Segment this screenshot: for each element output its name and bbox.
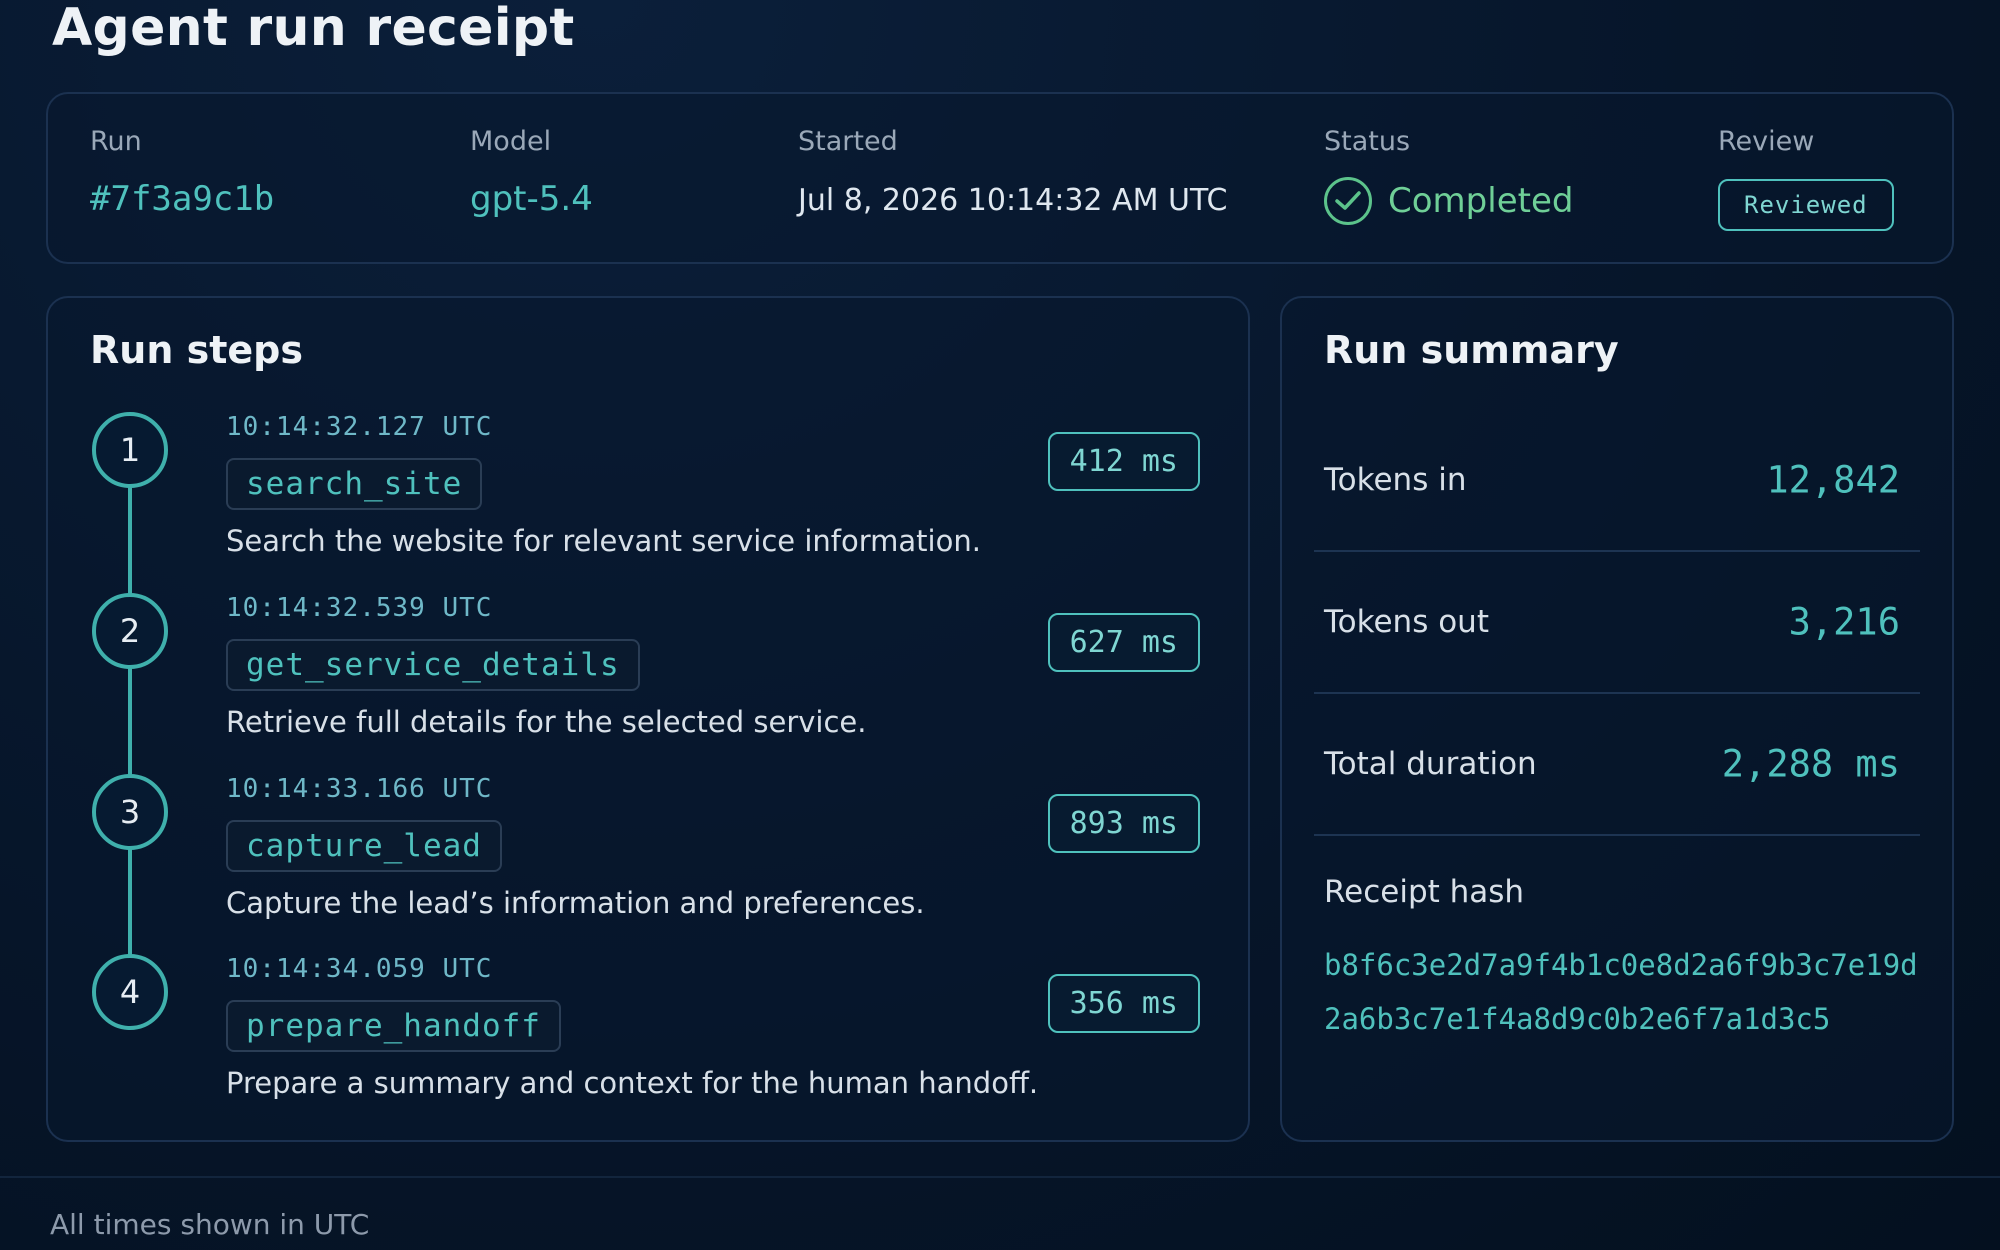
step-description: Capture the lead’s information and prefe… — [226, 886, 925, 920]
review-status-badge[interactable]: Reviewed — [1718, 179, 1894, 231]
run-meta-card: Run #7f3a9c1b Model gpt-5.4 Started Jul … — [46, 92, 1954, 264]
page-title: Agent run receipt — [52, 0, 575, 58]
tokens-out-value: 3,216 — [1788, 600, 1900, 644]
total-duration-label: Total duration — [1324, 746, 1537, 782]
step-timestamp: 10:14:32.127 UTC — [226, 412, 493, 442]
step-duration-badge: 356 ms — [1047, 974, 1200, 1033]
started-field: Started Jul 8, 2026 10:14:32 AM UTC — [798, 126, 1227, 218]
step-tool-name: search_site — [226, 458, 483, 510]
model-label: Model — [470, 126, 552, 157]
status-label: Status — [1324, 126, 1411, 157]
tokens-out-label: Tokens out — [1324, 604, 1489, 640]
step-number: 2 — [92, 593, 168, 669]
run-id: #7f3a9c1b — [90, 179, 275, 219]
footer-note: All times shown in UTC — [50, 1208, 370, 1241]
started-label: Started — [798, 126, 898, 157]
receipt-hash-label: Receipt hash — [1324, 874, 1525, 910]
tokens-in-row: Tokens in 12,842 — [1314, 410, 1920, 552]
step-tool-name: capture_lead — [226, 820, 502, 872]
review-label: Review — [1718, 126, 1815, 157]
receipt-hash-value[interactable]: b8f6c3e2d7a9f4b1c0e8d2a6f9b3c7e19d2a6b3c… — [1324, 938, 1934, 1046]
step-item: 1 10:14:32.127 UTC search_site Search th… — [48, 412, 1248, 592]
model-name: gpt-5.4 — [470, 179, 593, 219]
step-description: Prepare a summary and context for the hu… — [226, 1066, 1039, 1100]
status-indicator: Completed — [1324, 177, 1573, 225]
run-summary-title: Run summary — [1324, 328, 1619, 372]
started-timestamp: Jul 8, 2026 10:14:32 AM UTC — [798, 183, 1228, 218]
step-duration-badge: 893 ms — [1047, 794, 1200, 853]
run-label: Run — [90, 126, 142, 157]
run-id-field: Run #7f3a9c1b — [90, 126, 274, 219]
step-timestamp: 10:14:33.166 UTC — [226, 774, 493, 804]
run-steps-title: Run steps — [90, 328, 303, 372]
step-tool-name: prepare_handoff — [226, 1000, 561, 1052]
step-number: 3 — [92, 774, 168, 850]
run-summary-card: Run summary Tokens in 12,842 Tokens out … — [1280, 296, 1954, 1142]
step-item: 2 10:14:32.539 UTC get_service_details R… — [48, 593, 1248, 773]
step-description: Search the website for relevant service … — [226, 524, 981, 558]
step-timestamp: 10:14:32.539 UTC — [226, 593, 493, 623]
check-circle-icon — [1324, 177, 1372, 225]
run-steps-card: Run steps 1 10:14:32.127 UTC search_site… — [46, 296, 1250, 1142]
step-duration-badge: 627 ms — [1047, 613, 1200, 672]
footer-divider — [0, 1176, 2000, 1178]
step-item: 3 10:14:33.166 UTC capture_lead Capture … — [48, 774, 1248, 954]
step-number: 1 — [92, 412, 168, 488]
step-duration-badge: 412 ms — [1047, 432, 1200, 491]
step-number: 4 — [92, 954, 168, 1030]
step-tool-name: get_service_details — [226, 639, 640, 691]
review-field: Review Reviewed — [1718, 126, 1894, 231]
step-item: 4 10:14:34.059 UTC prepare_handoff Prepa… — [48, 954, 1248, 1134]
tokens-in-value: 12,842 — [1766, 458, 1900, 502]
total-duration-row: Total duration 2,288 ms — [1314, 694, 1920, 836]
step-timestamp: 10:14:34.059 UTC — [226, 954, 493, 984]
total-duration-value: 2,288 ms — [1721, 742, 1900, 786]
status-field: Status Completed — [1324, 126, 1573, 225]
tokens-out-row: Tokens out 3,216 — [1314, 552, 1920, 694]
status-value: Completed — [1388, 181, 1574, 221]
step-description: Retrieve full details for the selected s… — [226, 705, 867, 739]
tokens-in-label: Tokens in — [1324, 462, 1467, 498]
model-field: Model gpt-5.4 — [470, 126, 593, 219]
